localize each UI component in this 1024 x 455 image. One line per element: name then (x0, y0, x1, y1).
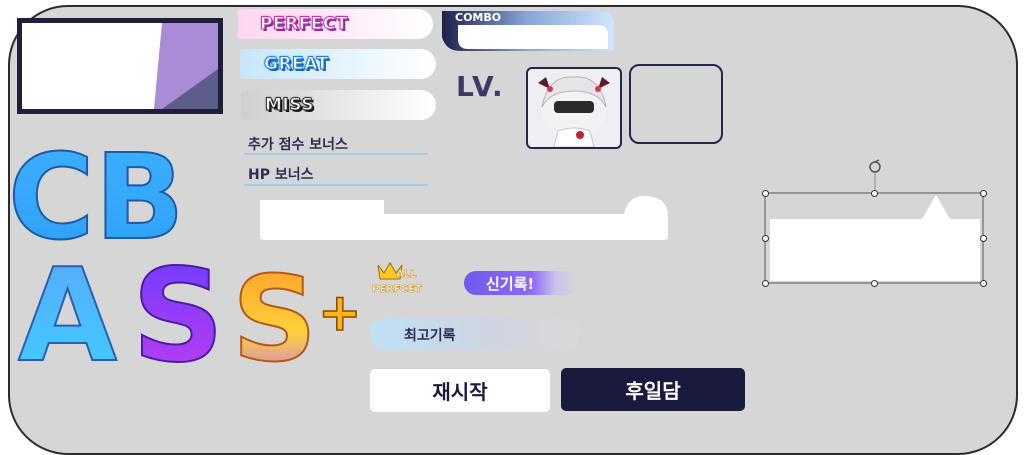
sequel-button[interactable]: 후일담 (561, 368, 745, 411)
resize-handle-ml[interactable] (762, 235, 769, 242)
resize-handle-tl[interactable] (762, 190, 769, 197)
combo-label: COMBO (455, 11, 502, 24)
rank-s2: S (232, 250, 317, 368)
miss-label: MISS (265, 95, 314, 116)
rank-plus: + (318, 283, 362, 343)
best-record-bar: 최고기록 (370, 318, 580, 350)
level-label: LV. (456, 70, 505, 103)
resize-handle-mr[interactable] (980, 235, 987, 242)
best-record-label: 최고기록 (404, 328, 456, 344)
perfect-bar: PERFECT (238, 9, 433, 39)
rank-display: CB A S S + (7, 128, 362, 368)
great-label: GREAT (264, 54, 329, 75)
resize-handle-bm[interactable] (871, 280, 878, 287)
all-perfect-bottom: PERFCET (372, 284, 422, 295)
empty-slot (629, 64, 723, 144)
sequel-label: 후일담 (625, 379, 681, 403)
rank-a: A (18, 242, 117, 368)
rank-s1: S (132, 242, 224, 368)
miss-bar: MISS (241, 90, 436, 120)
new-record-label: 신기록! (486, 275, 535, 293)
resize-handle-tm[interactable] (871, 190, 878, 197)
resize-handle-tr[interactable] (980, 190, 987, 197)
restart-label: 재시작 (432, 380, 488, 404)
all-perfect-badge: ALL PERFCET (372, 262, 422, 295)
resize-handle-br[interactable] (980, 280, 987, 287)
jacket-art (154, 23, 218, 109)
song-jacket (17, 18, 223, 114)
great-bar: GREAT (240, 49, 436, 79)
all-perfect-top: ALL (396, 269, 417, 280)
resize-handle-bl[interactable] (762, 280, 769, 287)
character-portrait (526, 67, 622, 149)
new-record-badge: 신기록! (464, 271, 578, 295)
selection-frame (764, 159, 984, 284)
restart-button[interactable]: 재시작 (370, 369, 550, 412)
character-icon (538, 76, 610, 147)
perfect-label: PERFECT (260, 14, 348, 35)
